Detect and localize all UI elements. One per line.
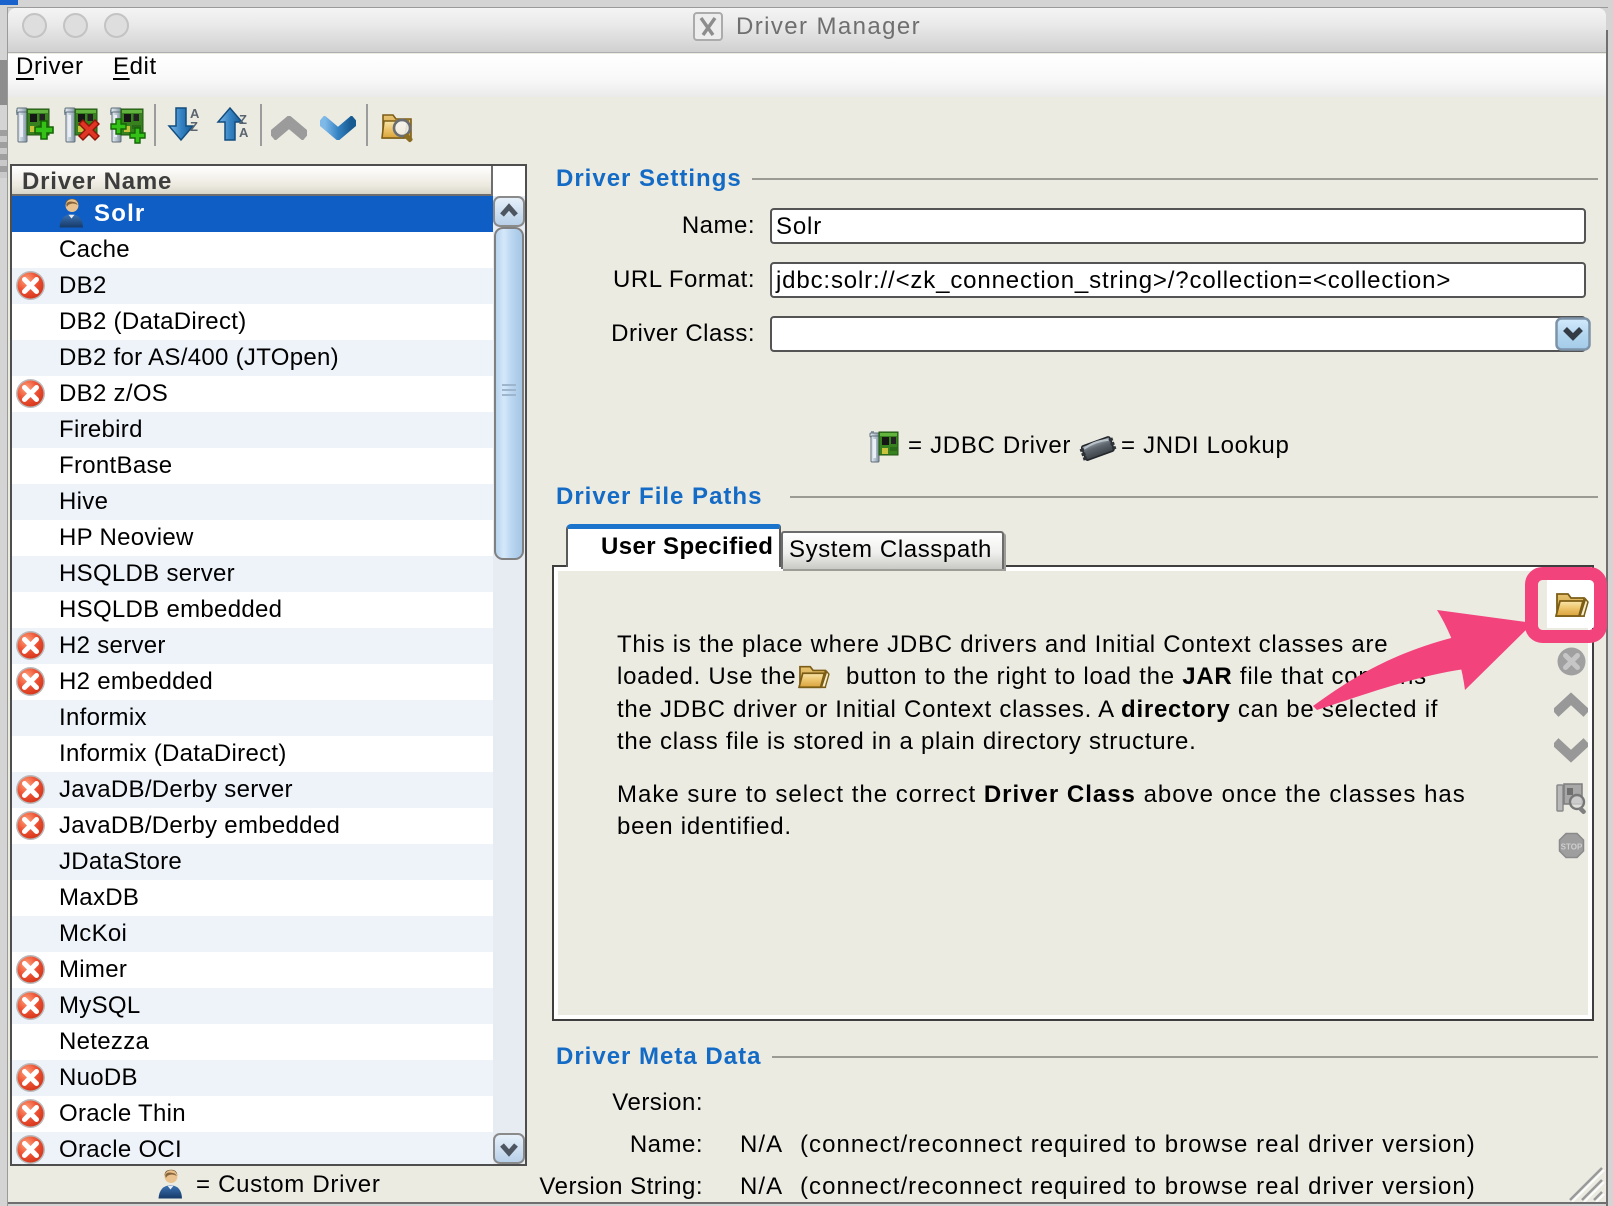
svg-text:STOP: STOP: [1561, 843, 1583, 852]
svg-text:Z: Z: [190, 119, 198, 134]
svg-text:A: A: [239, 125, 249, 140]
